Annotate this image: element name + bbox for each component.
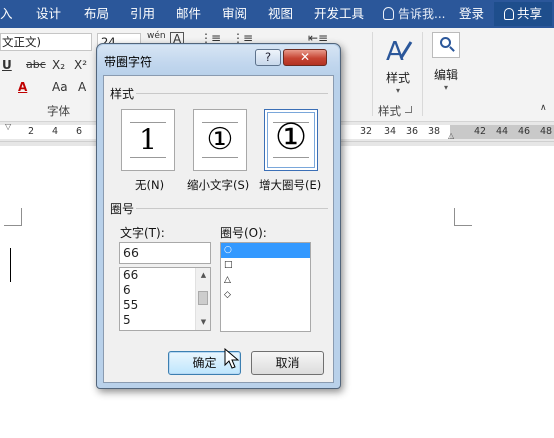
editing-button-label: 编辑 xyxy=(433,68,458,82)
sign-in-link[interactable]: 登录 xyxy=(459,0,484,28)
style-option-none[interactable]: 1 xyxy=(121,109,175,171)
text-input[interactable]: 66 xyxy=(119,242,211,264)
text-listbox[interactable]: 66 6 55 5 ▲ ▼ xyxy=(119,267,211,331)
superscript-icon[interactable]: X² xyxy=(74,58,87,72)
ruler-number: 4 xyxy=(52,126,59,137)
ribbon-separator xyxy=(422,32,423,116)
person-icon xyxy=(503,8,514,20)
ribbon-tab-bar: 入 设计 布局 引用 邮件 审阅 视图 开发工具 告诉我... 登录 共享 xyxy=(0,0,554,28)
first-line-indent-marker[interactable]: ▽ xyxy=(5,122,11,131)
lightbulb-icon xyxy=(383,7,394,20)
style-option-shrink-text[interactable]: ① xyxy=(193,109,247,171)
ruler-number: 6 xyxy=(76,126,83,137)
font-name-box[interactable]: 文正文) xyxy=(0,33,92,51)
styles-icon: A xyxy=(386,37,413,67)
font-size-shrink-icon[interactable]: Aa xyxy=(52,80,68,94)
close-button[interactable]: ✕ xyxy=(283,49,327,66)
phonetic-guide-icon[interactable]: wén xyxy=(147,31,166,41)
magnifier-icon xyxy=(432,32,460,58)
styles-dialog-launcher[interactable] xyxy=(405,106,412,113)
enclosure-listbox[interactable]: ○ □ △ ◇ xyxy=(220,242,311,332)
strikethrough-icon[interactable]: abc xyxy=(26,58,46,71)
style-section-label: 样式 xyxy=(110,87,135,101)
editing-button[interactable]: 编辑 ▾ xyxy=(428,32,464,92)
grow-font-icon[interactable]: A xyxy=(78,80,86,94)
styles-group-label: 样式 xyxy=(378,104,401,118)
collapse-ribbon-icon[interactable]: ∧ xyxy=(540,103,547,113)
enclosure-option-diamond[interactable]: ◇ xyxy=(221,288,310,303)
enclosure-option-square[interactable]: □ xyxy=(221,258,310,273)
text-field-label: 文字(T): xyxy=(120,226,165,240)
chevron-down-icon: ▾ xyxy=(395,86,400,95)
font-color-icon[interactable]: A xyxy=(18,80,27,94)
scroll-up-icon[interactable]: ▲ xyxy=(196,268,210,283)
enclosure-option-circle[interactable]: ○ xyxy=(221,243,310,258)
ruler-number: 34 xyxy=(384,126,397,137)
dialog-title: 带圈字符 xyxy=(104,55,153,69)
ribbon-separator xyxy=(372,32,373,116)
page-corner-mark xyxy=(454,208,472,226)
styles-button-label: 样式 xyxy=(385,71,410,85)
enclosure-option-triangle[interactable]: △ xyxy=(221,273,310,288)
dialog-body: 样式 1 ① ① 无(N) 缩小文字(S) 增大圈号(E) 圈号 文字(T): … xyxy=(103,75,334,383)
tab-design[interactable]: 设计 xyxy=(36,0,61,28)
style-option-enlarge-symbol[interactable]: ① xyxy=(264,109,318,171)
scroll-thumb[interactable] xyxy=(198,291,208,305)
tab-layout[interactable]: 布局 xyxy=(84,0,109,28)
chevron-down-icon: ▾ xyxy=(443,83,448,92)
cancel-button[interactable]: 取消 xyxy=(251,351,324,375)
ruler-number: 46 xyxy=(518,126,531,137)
ruler-number: 48 xyxy=(540,126,553,137)
subscript-icon[interactable]: X₂ xyxy=(52,58,65,72)
tab-developer[interactable]: 开发工具 xyxy=(314,0,364,28)
scroll-down-icon[interactable]: ▼ xyxy=(196,315,210,330)
text-caret xyxy=(10,248,11,282)
ruler-number: 36 xyxy=(406,126,419,137)
tab-mailings[interactable]: 邮件 xyxy=(176,0,201,28)
svg-text:A: A xyxy=(386,37,404,66)
enclosure-field-label: 圈号(O): xyxy=(220,226,267,240)
enclose-characters-dialog: 带圈字符 ? ✕ 样式 1 ① ① 无(N) 缩小文字(S) 增大圈号(E) 圈… xyxy=(96,43,341,389)
style-option-shrink-text-label: 缩小文字(S) xyxy=(187,178,250,192)
right-indent-marker[interactable]: △ xyxy=(448,131,454,140)
underline-icon[interactable]: U xyxy=(2,58,12,72)
tab-view[interactable]: 视图 xyxy=(268,0,293,28)
text-list-scrollbar[interactable]: ▲ ▼ xyxy=(195,268,210,330)
mouse-cursor-icon xyxy=(224,348,240,369)
ruler-number: 38 xyxy=(428,126,441,137)
style-preview-glyph: ① xyxy=(206,122,234,157)
style-preview-glyph: ① xyxy=(274,117,308,158)
tab-insert[interactable]: 入 xyxy=(0,0,13,28)
style-option-enlarge-symbol-label: 增大圈号(E) xyxy=(259,178,322,192)
help-button[interactable]: ? xyxy=(255,49,281,66)
enclosure-section-label: 圈号 xyxy=(110,202,135,216)
style-option-none-label: 无(N) xyxy=(135,178,165,192)
tab-review[interactable]: 审阅 xyxy=(222,0,247,28)
styles-button[interactable]: A 样式 ▾ xyxy=(380,34,416,95)
tell-me-label: 告诉我... xyxy=(398,7,446,21)
page-corner-mark xyxy=(4,208,22,226)
ruler-number: 2 xyxy=(28,126,35,137)
tab-references[interactable]: 引用 xyxy=(130,0,155,28)
share-label: 共享 xyxy=(516,6,542,21)
ruler-number: 42 xyxy=(474,126,487,137)
ruler-number: 44 xyxy=(496,126,509,137)
style-preview-glyph: 1 xyxy=(139,123,157,156)
share-button[interactable]: 共享 xyxy=(494,2,552,26)
font-group-label: 字体 xyxy=(47,104,70,118)
tell-me-search[interactable]: 告诉我... xyxy=(383,0,445,28)
ruler-number: 32 xyxy=(360,126,373,137)
